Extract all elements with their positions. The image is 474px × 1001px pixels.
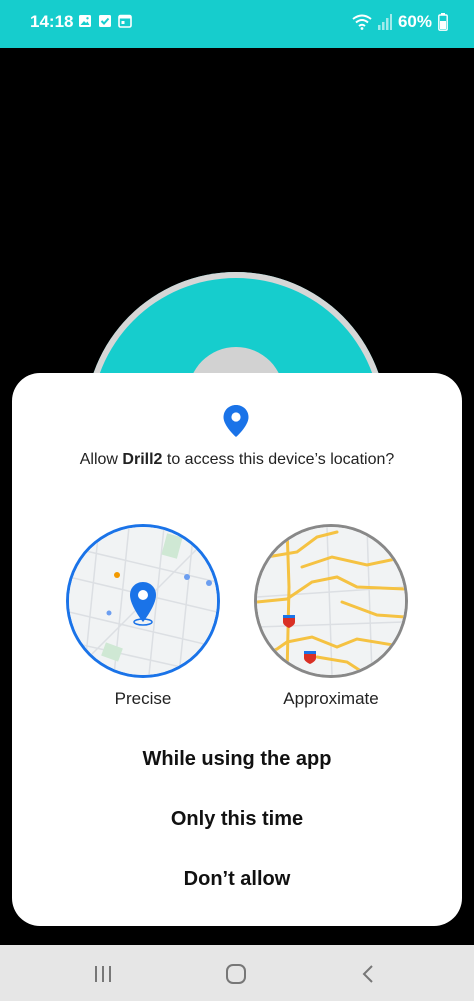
- location-pin-icon: [223, 405, 249, 437]
- approximate-label[interactable]: Approximate: [241, 689, 421, 709]
- status-system-icons: 60%: [352, 12, 448, 32]
- title-prefix: Allow: [79, 451, 123, 468]
- home-icon[interactable]: [225, 963, 247, 985]
- status-bar: 14:18 60%: [0, 0, 474, 48]
- signal-icon: [377, 14, 392, 30]
- dont-allow-button[interactable]: Don’t allow: [12, 868, 462, 891]
- battery-percent: 60%: [397, 12, 432, 31]
- back-icon[interactable]: [360, 963, 376, 985]
- precise-location-option[interactable]: [69, 527, 217, 675]
- approximate-location-option[interactable]: [257, 527, 405, 675]
- precise-map-icon: [69, 527, 217, 675]
- navigation-bar: [0, 945, 474, 1001]
- status-notification-icons: [78, 14, 132, 28]
- while-using-app-button[interactable]: While using the app: [12, 748, 462, 771]
- wifi-icon: [352, 14, 372, 30]
- only-this-time-button[interactable]: Only this time: [12, 808, 462, 831]
- dialog-title: Allow Drill2 to access this device’s loc…: [12, 451, 462, 469]
- image-icon: [79, 15, 91, 27]
- approximate-map-icon: [257, 527, 405, 675]
- calendar-icon: [118, 14, 132, 28]
- check-square-icon: [99, 15, 111, 27]
- precise-label[interactable]: Precise: [53, 689, 233, 709]
- title-suffix: to access this device’s location?: [162, 451, 395, 468]
- status-time: 14:18: [30, 12, 74, 31]
- recent-apps-icon[interactable]: [92, 963, 114, 985]
- app-name: Drill2: [122, 451, 163, 468]
- location-permission-dialog: Allow Drill2 to access this device’s loc…: [12, 373, 462, 926]
- battery-icon: [438, 13, 448, 31]
